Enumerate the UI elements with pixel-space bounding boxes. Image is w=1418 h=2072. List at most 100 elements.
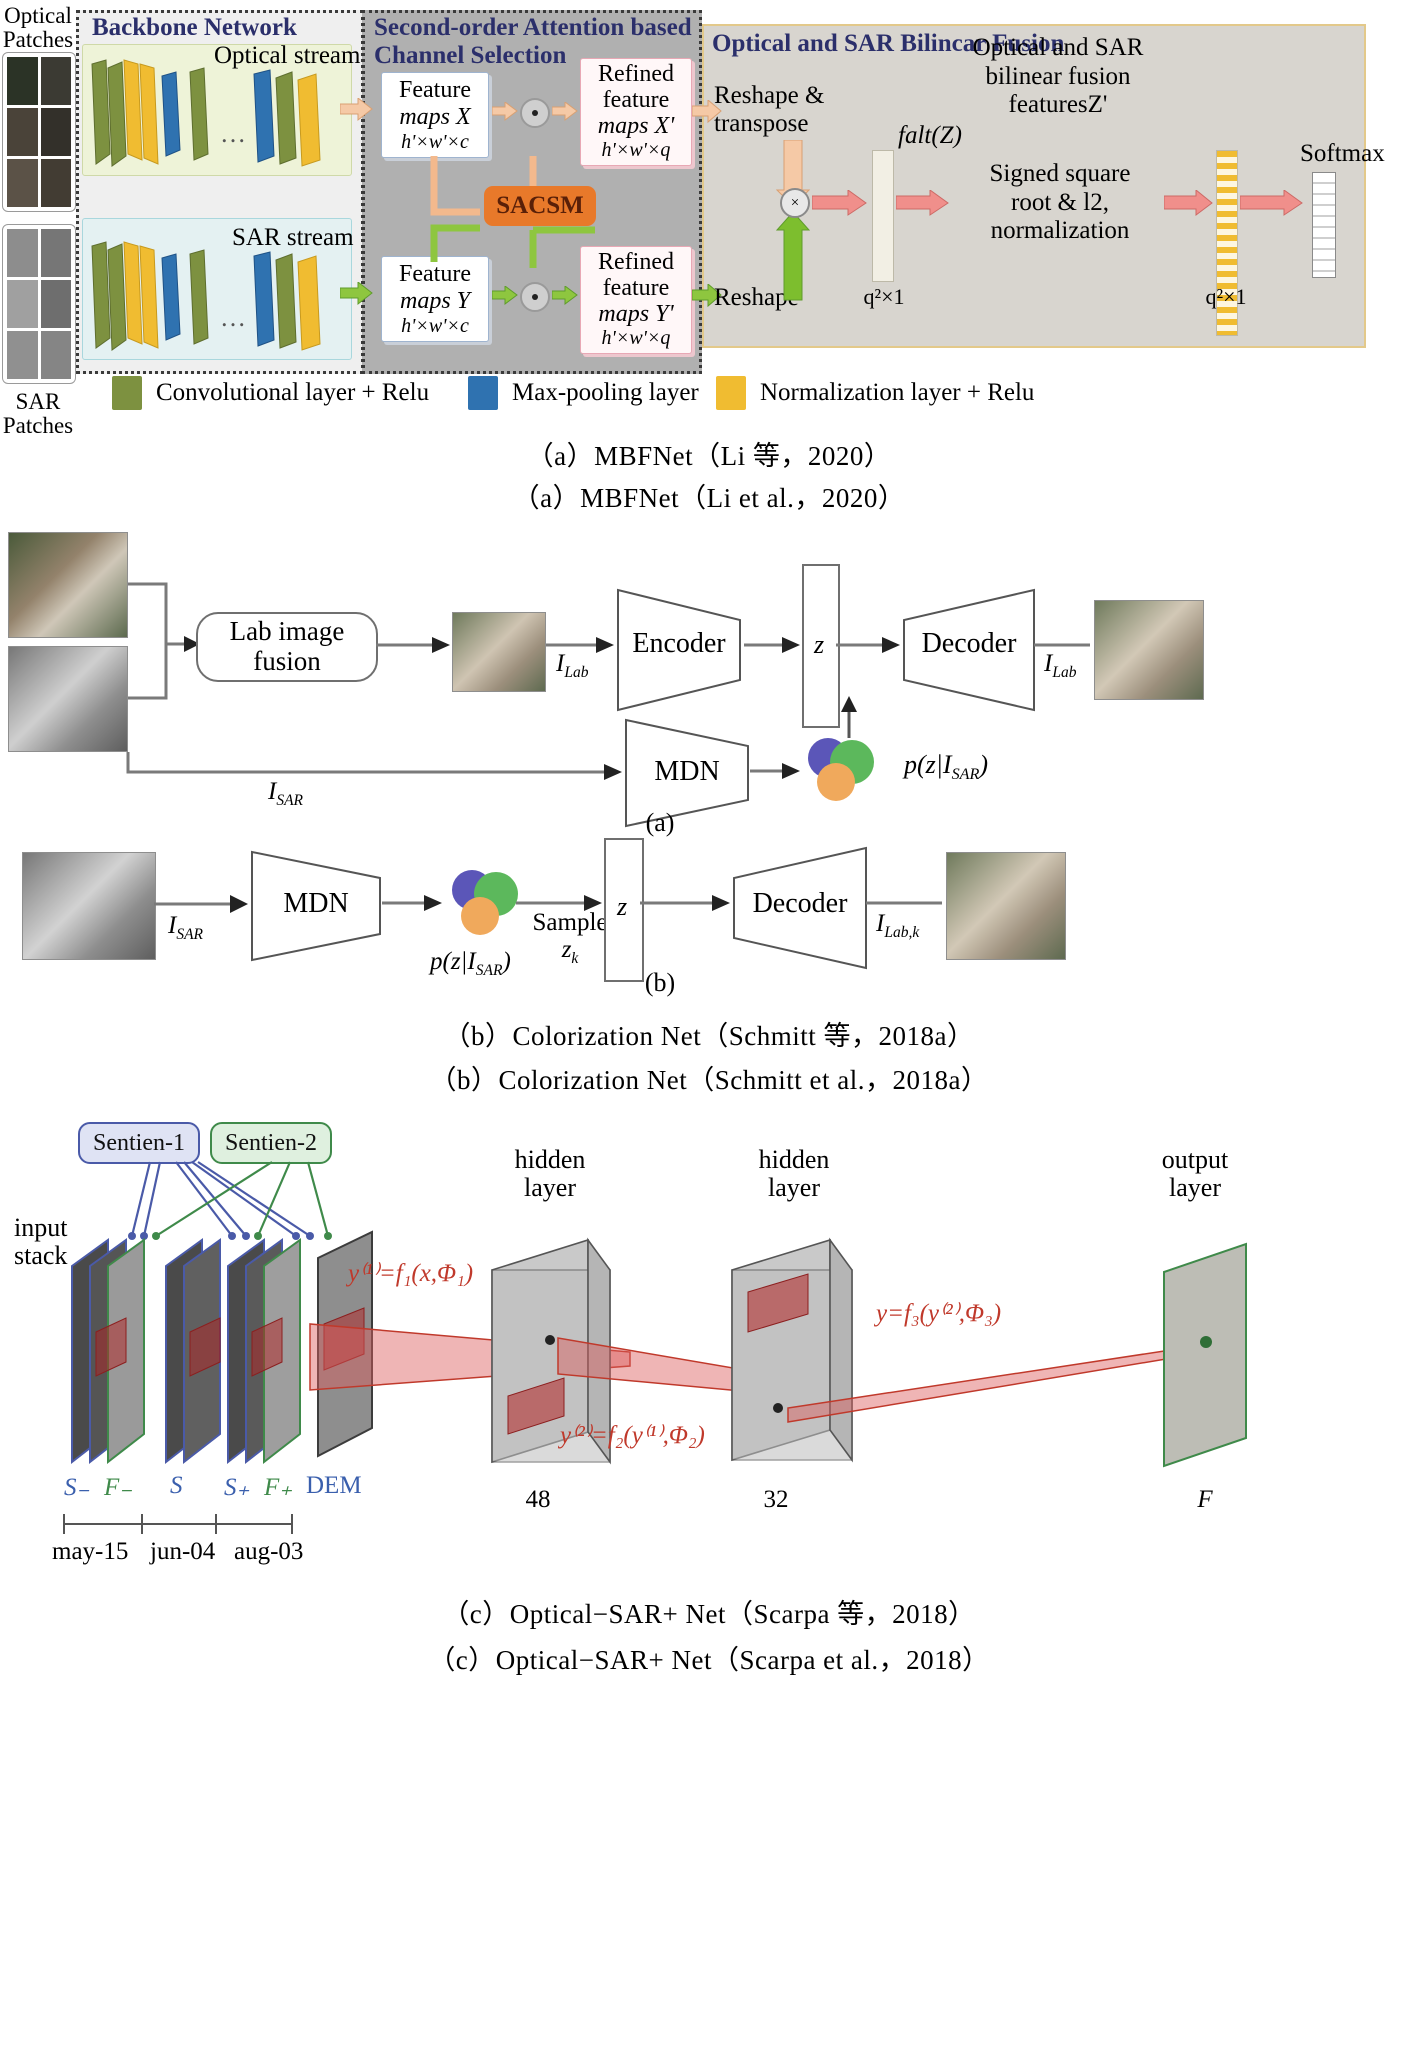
refined-y-dims: h'×w'×q xyxy=(601,327,671,350)
mdn-label-top: MDN xyxy=(654,756,720,787)
hidden-size-2: 32 xyxy=(763,1486,789,1513)
optical-patch-grid xyxy=(2,52,76,212)
fusion-features-label: Optical and SAR bilinear fusion features… xyxy=(948,34,1168,120)
posterior-end: ) xyxy=(979,750,989,779)
mdn-label-bottom: MDN xyxy=(283,888,349,919)
panel-a-mbfnet: Optical Patches SAR Patches Backbone Net… xyxy=(0,0,1418,520)
latent-z-label: z xyxy=(813,630,825,659)
band-label-1: F₋ xyxy=(104,1474,133,1501)
legend-label-pool: Max-pooling layer xyxy=(512,379,699,406)
date-axis xyxy=(63,1514,293,1534)
arrow-mdn-to-gmm-icon xyxy=(750,763,800,779)
gmm-blobs-bottom-icon xyxy=(452,870,518,935)
sar-patches-label: SAR Patches xyxy=(2,389,74,438)
feature-maps-x-box: Feature maps X h'×w'×c xyxy=(381,72,489,158)
fusion-feat-l2: bilinear fusion xyxy=(985,62,1131,90)
caption-b-en: （b）Colorization Net（Schmitt et al.，2018a… xyxy=(429,1065,989,1095)
optical-patches-label: Optical Patches xyxy=(2,3,74,53)
posterior-sym: p(z|I xyxy=(904,750,952,779)
hidden-2-l2: layer xyxy=(768,1173,820,1203)
feature-maps-x-l2: maps X xyxy=(399,103,471,130)
equation-1: y⁽¹⁾=f₁(x,Φ₁) xyxy=(348,1260,474,1287)
i-sar-sub: SAR xyxy=(276,792,304,809)
softmax-label: Softmax xyxy=(1300,140,1385,167)
caption-a-cn: （a）MBFNet（Li 等，2020） xyxy=(526,441,892,471)
band-label-2: S xyxy=(170,1472,183,1499)
backbone-title: Backbone Network xyxy=(92,14,297,41)
arrow-op-to-refined-x-icon xyxy=(552,102,578,121)
sample-l1: Sample xyxy=(532,909,608,936)
optical-input-image xyxy=(8,532,128,638)
sample-z-sub: k xyxy=(571,949,579,967)
i-lab-k-sub: Lab,k xyxy=(884,924,920,941)
i-lab-sub-2: Lab xyxy=(1052,664,1077,681)
sar-patches-label-l1: SAR xyxy=(15,389,61,414)
output-l2: layer xyxy=(1169,1173,1221,1203)
q2x1-right-label: q²×1 xyxy=(1205,284,1247,309)
outer-product-icon: × xyxy=(780,188,810,218)
sar-patch xyxy=(40,331,71,379)
beam-3 xyxy=(787,1347,1185,1423)
i-sar-label-top: ISAR xyxy=(268,778,303,810)
legend-label-conv: Convolutional layer + Relu xyxy=(156,379,430,406)
sentinel-1-pill: Sentien-1 xyxy=(78,1122,200,1164)
sentinel-2-pill: Sentien-2 xyxy=(210,1122,332,1164)
sacsm-connectors xyxy=(430,156,595,268)
sar-patch xyxy=(40,229,71,277)
output-lab-k-image xyxy=(946,852,1066,960)
sar-patch xyxy=(7,229,38,277)
sar-input-image-top xyxy=(8,646,128,752)
legend-item-norm: Normalization layer + Relu xyxy=(716,376,1034,410)
arrow-fusion-to-image-icon xyxy=(376,637,450,653)
svg-text:…: … xyxy=(220,303,246,332)
lab-fusion-l2: fusion xyxy=(253,646,321,676)
arrow-to-zprime-icon xyxy=(1164,190,1213,216)
sample-l2: zk xyxy=(562,936,579,967)
legend-swatch-pool-icon xyxy=(468,376,498,410)
legend-item-conv: Convolutional layer + Relu xyxy=(112,376,429,410)
feature-maps-y-dims: h'×w'×c xyxy=(401,314,469,337)
feature-maps-x-l1: Feature xyxy=(399,76,471,103)
svg-text:…: … xyxy=(220,119,246,148)
reshape-transpose-l2: transpose xyxy=(714,110,809,137)
panel-b-colorization-net: Lab image fusion ILab Encoder z Decoder … xyxy=(0,520,1418,1120)
hidden-size-1: 48 xyxy=(525,1486,551,1513)
i-lab-label-left: ILab xyxy=(556,650,588,682)
band-label-5: DEM xyxy=(306,1472,362,1499)
output-feature-label: F xyxy=(1197,1486,1213,1513)
flat-z-label: falt(Z) xyxy=(898,122,962,149)
softmax-vector xyxy=(1312,172,1336,278)
input-bracket xyxy=(128,582,196,700)
optical-patch xyxy=(7,108,38,156)
band-label-0: S₋ xyxy=(64,1474,90,1501)
fusion-feat-l1: Optical and SAR xyxy=(972,34,1144,61)
posterior-label-top: p(z|ISAR) xyxy=(904,750,988,784)
hidden-layer-2-label: hidden layer xyxy=(724,1145,864,1203)
refined-x-l2: feature xyxy=(602,87,670,114)
arrow-to-softmax-icon xyxy=(1240,190,1303,216)
optical-patch xyxy=(40,57,71,105)
arrow-mdn-to-gmm-bottom-icon xyxy=(382,895,442,911)
posterior-sym-2: p(z|I xyxy=(430,948,476,975)
decoder-label: Decoder xyxy=(921,628,1017,659)
elementwise-mult-x-icon xyxy=(520,98,550,128)
arrow-to-flatz-icon xyxy=(812,190,867,216)
arrow-to-signed-icon xyxy=(896,190,949,216)
band-label-3: S₊ xyxy=(224,1474,250,1501)
arrow-up-sar-icon xyxy=(776,212,810,301)
optical-patch xyxy=(7,57,38,105)
fusion-feat-l3: featuresZ' xyxy=(1008,91,1108,118)
refined-x-l1: Refined xyxy=(598,61,674,88)
sar-patch-grid xyxy=(2,224,76,384)
hidden-1-l2: layer xyxy=(524,1173,576,1203)
i-lab-k-label: ILab,k xyxy=(876,910,919,942)
legend-swatch-conv-icon xyxy=(112,376,142,410)
arrow-z-to-decoder-icon xyxy=(836,637,900,653)
optical-patches-label-l2: Patches xyxy=(2,27,74,53)
sar-stream-layers: … xyxy=(91,241,321,351)
optical-patch xyxy=(7,159,38,207)
band-label-4: F₊ xyxy=(264,1474,293,1501)
reshape-transpose-l1: Reshape & xyxy=(714,82,825,109)
caption-b-cn: （b）Colorization Net（Schmitt 等，2018a） xyxy=(443,1021,975,1051)
decoder-label-bottom: Decoder xyxy=(752,888,848,919)
